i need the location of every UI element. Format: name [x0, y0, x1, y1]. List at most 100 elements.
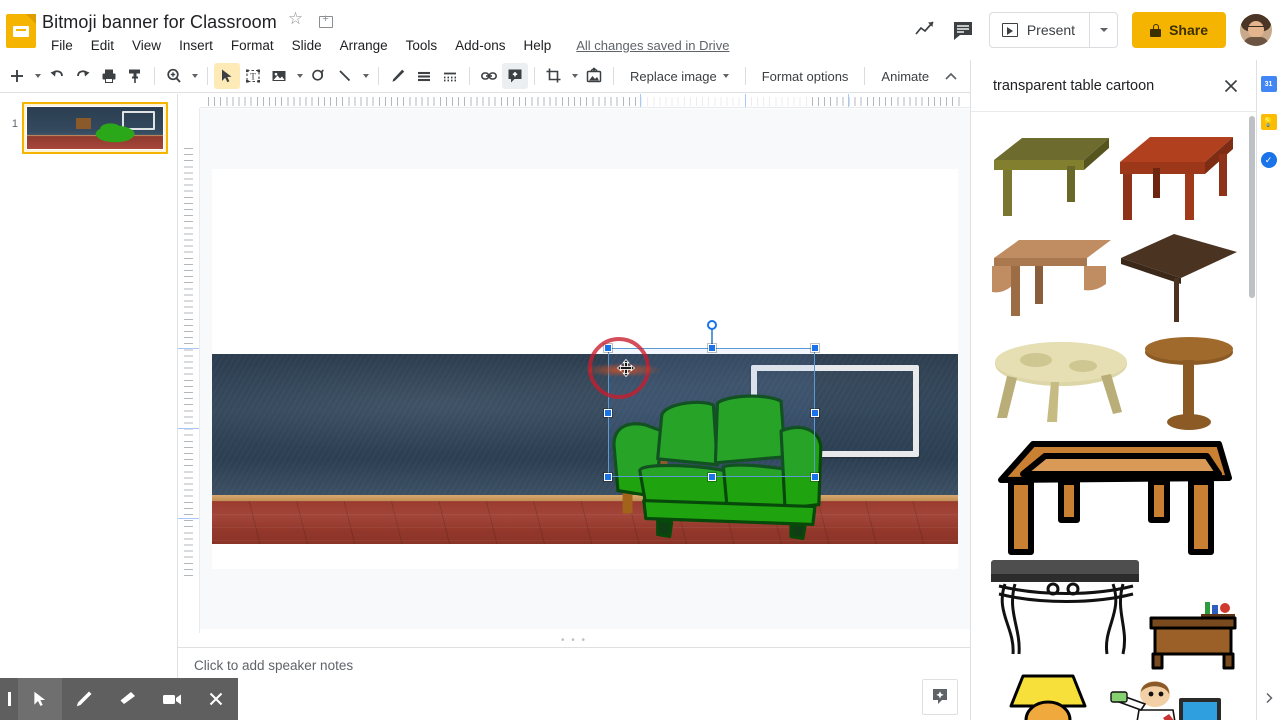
save-status-label[interactable]: All changes saved in Drive [576, 38, 729, 53]
annot-cursor-tool[interactable] [18, 678, 62, 720]
resize-handle-bottom-right[interactable] [811, 473, 819, 481]
annot-eraser-tool[interactable] [106, 678, 150, 720]
tan-console-table[interactable] [989, 232, 1119, 324]
comment-icon[interactable] [951, 18, 975, 42]
speaker-notes-pane[interactable]: Click to add speaker notes [178, 647, 970, 720]
menu-file[interactable]: File [42, 35, 82, 56]
menu-arrange[interactable]: Arrange [331, 35, 397, 56]
format-options-button[interactable]: Format options [752, 63, 859, 89]
paint-format-button[interactable] [122, 63, 148, 89]
print-button[interactable] [96, 63, 122, 89]
resize-handle-bottom-left[interactable] [604, 473, 612, 481]
document-title[interactable]: Bitmoji banner for Classroom [42, 12, 277, 33]
toolbar-divider [207, 67, 208, 85]
menu-insert[interactable]: Insert [170, 35, 222, 56]
vertical-ruler[interactable] [178, 108, 200, 668]
black-wrought-iron-table[interactable] [989, 556, 1141, 660]
red-wooden-table[interactable] [1115, 132, 1237, 224]
insert-image-button[interactable] [266, 63, 292, 89]
resize-handle-middle-right[interactable] [811, 408, 819, 417]
round-wooden-coffee-table[interactable] [991, 332, 1131, 422]
yellow-table-lamp[interactable] [993, 672, 1103, 720]
resize-handle-middle-left[interactable] [604, 408, 612, 417]
man-at-computer-desk[interactable] [1103, 676, 1239, 720]
slide-canvas[interactable] [200, 109, 970, 629]
menu-view[interactable]: View [123, 35, 170, 56]
toolbar-divider [154, 67, 155, 85]
redo-button[interactable] [70, 63, 96, 89]
resize-handle-top-right[interactable] [811, 344, 819, 352]
present-main[interactable]: Present [990, 13, 1089, 47]
line-dropdown[interactable] [358, 63, 372, 89]
image-results-grid[interactable] [987, 116, 1241, 720]
drag-handle-icon[interactable] [0, 678, 18, 720]
undo-button[interactable] [44, 63, 70, 89]
line-button[interactable] [332, 63, 358, 89]
search-input[interactable]: transparent table cartoon [993, 78, 1154, 94]
move-to-folder-icon[interactable] [317, 13, 335, 31]
avatar[interactable] [1240, 14, 1272, 46]
insert-link-button[interactable] [476, 63, 502, 89]
google-slides-logo[interactable] [6, 14, 36, 48]
new-slide-dropdown[interactable] [30, 63, 44, 89]
annot-record-tool[interactable] [150, 678, 194, 720]
resize-handle-top-center[interactable] [707, 344, 716, 352]
bitmoji-classroom-banner[interactable] [212, 354, 958, 544]
menu-addons[interactable]: Add-ons [446, 35, 514, 56]
annot-close[interactable] [194, 678, 238, 720]
zoom-dropdown[interactable] [187, 63, 201, 89]
menu-tools[interactable]: Tools [397, 35, 447, 56]
horizontal-ruler[interactable] [200, 94, 970, 108]
filmstrip-slide-1[interactable]: 1 [0, 94, 177, 154]
select-tool-button[interactable] [214, 63, 240, 89]
new-slide-button[interactable] [4, 63, 30, 89]
close-icon[interactable] [1221, 76, 1241, 96]
small-round-side-table[interactable] [1137, 336, 1241, 434]
menu-format[interactable]: Format [222, 35, 283, 56]
add-comment-button[interactable] [502, 63, 528, 89]
cartoon-outlined-table[interactable] [993, 438, 1233, 555]
chevron-down-icon [192, 74, 198, 78]
brown-office-desk[interactable] [1145, 596, 1241, 670]
share-button[interactable]: Share [1132, 12, 1226, 48]
menu-slide[interactable]: Slide [283, 35, 331, 56]
annot-pen-tool[interactable] [62, 678, 106, 720]
star-outline-icon[interactable] [288, 9, 306, 31]
google-keep-icon[interactable]: 💡 [1260, 114, 1277, 130]
chevron-right-icon[interactable] [1263, 692, 1275, 704]
zoom-button[interactable] [161, 63, 187, 89]
results-scrollbar-thumb[interactable] [1249, 116, 1255, 298]
menu-edit[interactable]: Edit [82, 35, 123, 56]
shape-button[interactable] [306, 63, 332, 89]
mask-image-button[interactable] [581, 63, 607, 89]
insert-image-dropdown[interactable] [292, 63, 306, 89]
crop-image-button[interactable] [541, 63, 567, 89]
present-button[interactable]: Present [988, 12, 1119, 48]
animate-button[interactable]: Animate [871, 63, 939, 89]
google-tasks-icon[interactable]: ✓ [1260, 152, 1277, 168]
pen-button[interactable] [385, 63, 411, 89]
top-bar: Bitmoji banner for Classroom File Edit V… [0, 0, 1280, 60]
google-calendar-icon[interactable]: 31 [1260, 76, 1277, 92]
fill-color-button[interactable] [411, 63, 437, 89]
notes-resize-grip[interactable]: • • • [178, 633, 970, 647]
crop-dropdown[interactable] [567, 63, 581, 89]
border-dash-button[interactable] [437, 63, 463, 89]
resize-handle-bottom-center[interactable] [707, 473, 716, 481]
rotation-handle[interactable] [706, 320, 717, 330]
dark-brown-pedestal-table[interactable] [1119, 232, 1239, 324]
olive-rectangular-table[interactable] [989, 130, 1115, 220]
collapse-toolbar-button[interactable] [938, 64, 964, 90]
slide-thumbnail-1[interactable] [22, 102, 168, 154]
grip-dots: • • • [560, 634, 588, 646]
text-box-button[interactable]: T [240, 63, 266, 89]
replace-image-button[interactable]: Replace image [620, 63, 739, 89]
present-dropdown-button[interactable] [1089, 13, 1117, 47]
search-row[interactable]: transparent table cartoon [971, 60, 1257, 112]
results-scrollbar[interactable] [1248, 116, 1256, 720]
chevron-down-icon [722, 74, 729, 78]
slide-filmstrip[interactable]: 1 [0, 94, 178, 680]
menu-help[interactable]: Help [514, 35, 560, 56]
activity-dashboard-icon[interactable] [913, 18, 937, 42]
explore-button[interactable] [922, 679, 958, 715]
